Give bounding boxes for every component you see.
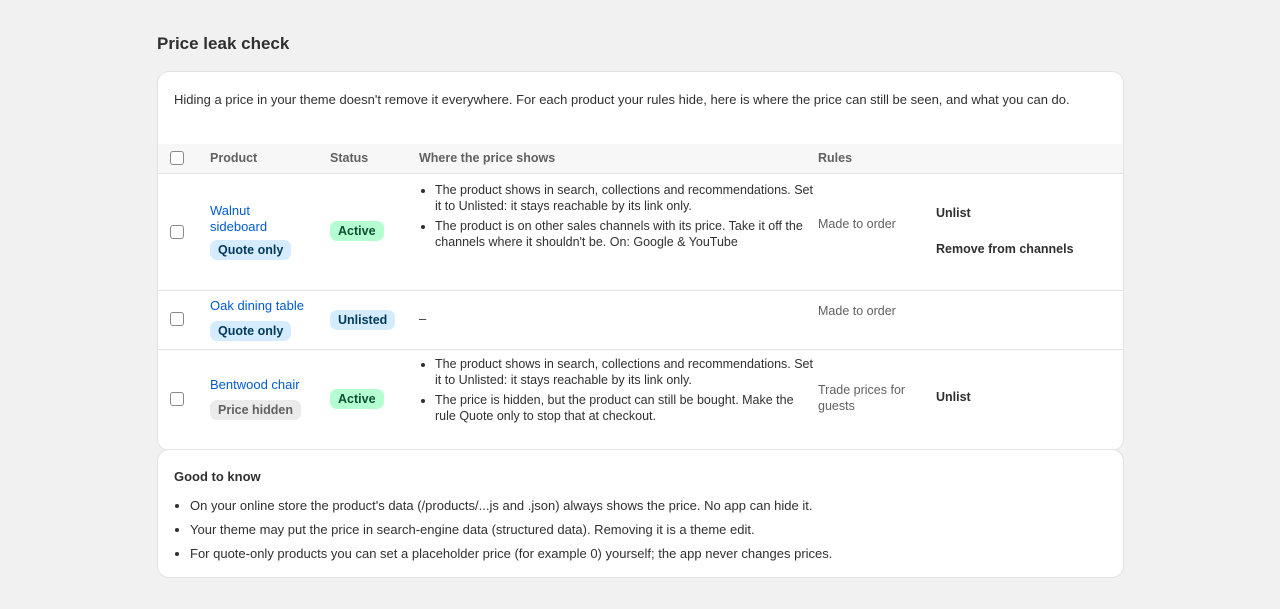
price-leak-card: Hiding a price in your theme doesn't rem… (157, 71, 1124, 451)
header-status: Status (330, 151, 369, 165)
info-item: Your theme may put the price in search-e… (190, 518, 1120, 542)
row-checkbox[interactable] (170, 312, 184, 326)
rules-text: Made to order (818, 217, 896, 231)
header-rules: Rules (818, 151, 853, 165)
product-link[interactable]: Walnut sideboard (210, 203, 290, 235)
status-badge: Active (330, 221, 384, 241)
status-badge: Unlisted (330, 310, 396, 330)
info-item: On your online store the product's data … (190, 494, 1120, 518)
table-row: Oak dining table Quote only Unlisted – M… (158, 291, 1123, 350)
where-item: The price is hidden, but the product can… (435, 392, 815, 424)
table-header: Product Status Where the price shows Rul… (158, 144, 1123, 174)
rules-text: Trade prices for guests (818, 383, 906, 413)
status-badge: Active (330, 389, 384, 409)
rules-text: Made to order (818, 304, 896, 318)
where-item: The product shows in search, collections… (435, 356, 815, 388)
product-tag-badge: Price hidden (210, 400, 302, 420)
select-all-checkbox[interactable] (170, 151, 184, 165)
where-list: The product shows in search, collections… (419, 182, 815, 254)
remove-from-channels-button[interactable]: Remove from channels (936, 242, 1074, 256)
row-checkbox[interactable] (170, 225, 184, 239)
info-title: Good to know (174, 469, 261, 484)
unlist-button[interactable]: Unlist (936, 206, 971, 220)
page-title: Price leak check (157, 34, 290, 53)
product-link[interactable]: Oak dining table (210, 298, 320, 314)
table-row: Bentwood chair Price hidden Active The p… (158, 350, 1123, 450)
header-where: Where the price shows (419, 151, 556, 165)
intro-text: Hiding a price in your theme doesn't rem… (174, 92, 1070, 107)
table-row: Walnut sideboard Quote only Active The p… (158, 174, 1123, 291)
where-item: The product is on other sales channels w… (435, 218, 815, 250)
header-product: Product (210, 151, 258, 165)
product-link[interactable]: Bentwood chair (210, 377, 320, 393)
info-item: For quote-only products you can set a pl… (190, 542, 1120, 566)
row-checkbox[interactable] (170, 392, 184, 406)
good-to-know-card: Good to know On your online store the pr… (157, 449, 1124, 578)
unlist-button[interactable]: Unlist (936, 390, 971, 404)
product-tag-badge: Quote only (210, 240, 292, 260)
where-item: The product shows in search, collections… (435, 182, 815, 214)
product-tag-badge: Quote only (210, 321, 292, 341)
where-empty: – (419, 311, 427, 326)
info-list: On your online store the product's data … (174, 494, 1120, 566)
where-list: The product shows in search, collections… (419, 356, 815, 428)
